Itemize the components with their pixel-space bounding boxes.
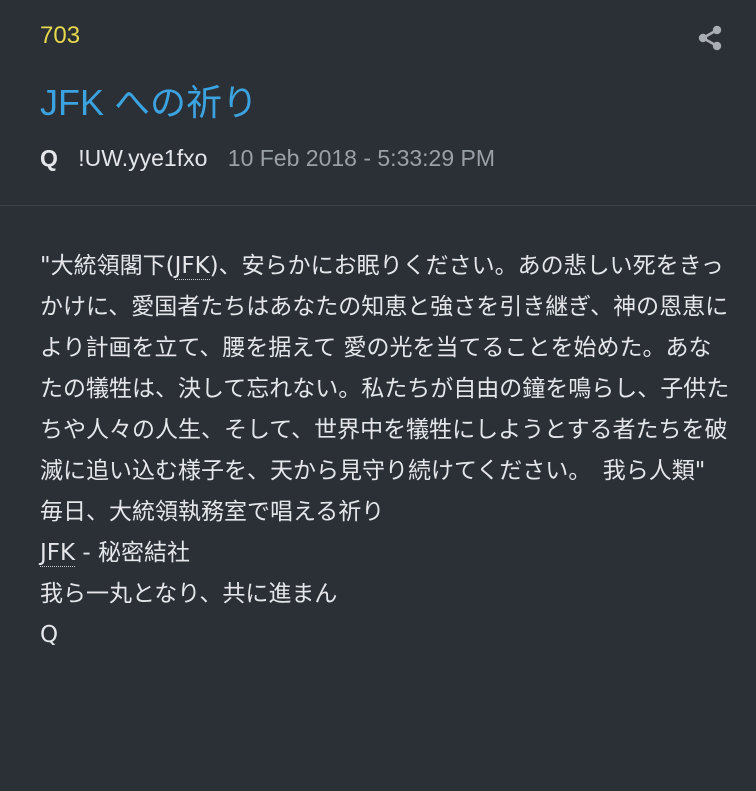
post-timestamp: 10 Feb 2018 - 5:33:29 PM (227, 145, 496, 171)
prayer-quote: "大統領閣下(JFK)、安らかにお眠りください。あの悲しい死をきっかけに、愛国者… (40, 246, 730, 492)
post-body: "大統領閣下(JFK)、安らかにお眠りください。あの悲しい死をきっかけに、愛国者… (40, 246, 730, 656)
post-card: 703 JFK への祈り Q !UW.yye1fxo 10 Feb 2018 -… (0, 0, 756, 791)
share-icon[interactable] (696, 24, 724, 52)
quote-open: "大統領閣下( (40, 253, 175, 279)
body-line-2: JFK - 秘密結社 (40, 533, 730, 574)
body-line-2-rest: - 秘密結社 (75, 540, 191, 566)
body-line-3: 我ら一丸となり、共に進まん (40, 581, 338, 607)
quote-rest: )、安らかにお眠りください。あの悲しい死をきっかけに、愛国者たちはあなたの知恵と… (40, 253, 730, 484)
post-author: Q (40, 145, 58, 171)
post-tripcode[interactable]: !UW.yye1fxo (78, 145, 207, 171)
post-header: 703 JFK への祈り Q !UW.yye1fxo 10 Feb 2018 -… (0, 0, 756, 206)
post-signature: Q (40, 622, 59, 648)
post-number[interactable]: 703 (40, 22, 80, 50)
post-title[interactable]: JFK への祈り (40, 74, 258, 126)
jfk-abbreviation-2[interactable]: JFK (40, 540, 76, 567)
post-meta: Q !UW.yye1fxo 10 Feb 2018 - 5:33:29 PM (40, 145, 495, 172)
body-line-1: 毎日、大統領執務室で唱える祈り (40, 499, 385, 525)
jfk-abbreviation[interactable]: JFK (174, 253, 210, 280)
